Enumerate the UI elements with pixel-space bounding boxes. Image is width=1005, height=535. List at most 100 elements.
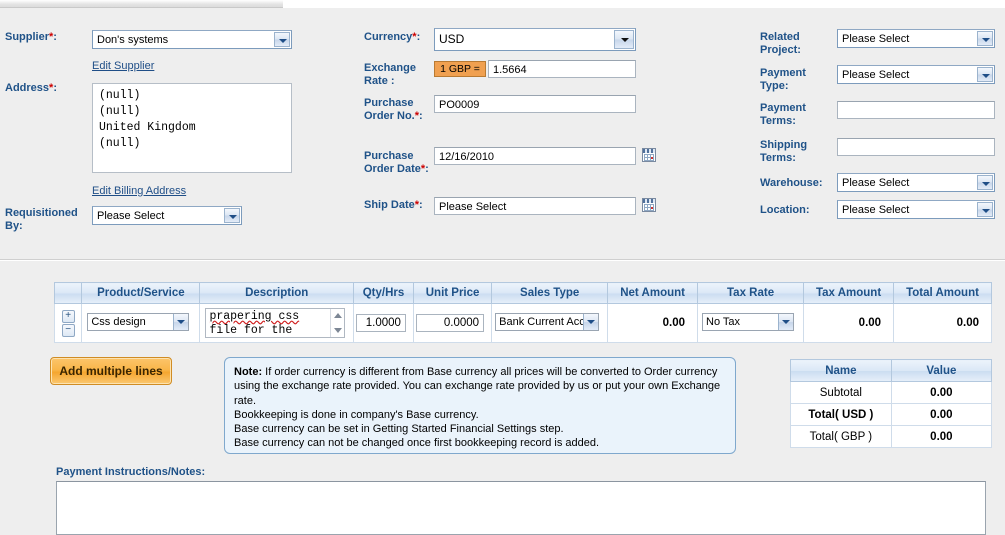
payment-terms-input[interactable] [837, 101, 995, 119]
totals-value-subtotal: 0.00 [890, 381, 993, 404]
location-select[interactable]: Please Select [837, 200, 995, 219]
related-project-label: Related Project: [760, 31, 801, 56]
calendar-icon[interactable] [642, 148, 656, 162]
col-unit-price: Unit Price [413, 282, 493, 304]
chevron-down-icon [614, 30, 634, 49]
chevron-down-icon [977, 31, 993, 46]
payment-instructions-textarea[interactable] [56, 481, 986, 535]
po-date-label: Purchase Order Date*: [364, 150, 429, 175]
qty-input[interactable]: 1.0000 [355, 314, 406, 332]
col-description: Description [199, 282, 354, 304]
warehouse-label: Warehouse: [760, 177, 823, 189]
note-paragraph-1: Note: If order currency is different fro… [234, 366, 721, 407]
po-number-label: Purchase Order No.*: [364, 97, 423, 122]
totals-value-total-usd: 0.00 [890, 403, 993, 426]
warehouse-select[interactable]: Please Select [837, 173, 995, 192]
totals-row-total-gbp: Total( GBP ) 0.00 [790, 425, 993, 448]
chevron-down-icon [274, 32, 290, 47]
row-actions-cell: + − [53, 303, 83, 343]
exchange-rate-label: Exchange Rate : [364, 62, 416, 87]
ship-date-label: Ship Date*: [364, 199, 423, 211]
product-service-select[interactable]: Css design [87, 312, 190, 331]
total-amount-value: 0.00 [893, 303, 992, 343]
related-project-select[interactable]: Please Select [837, 29, 995, 48]
scroll-down-icon[interactable] [334, 328, 343, 333]
col-total-amount: Total Amount [893, 282, 992, 304]
description-cell: prapering css file for the [199, 303, 354, 343]
shipping-terms-label: Shipping Terms: [760, 139, 808, 164]
requisitioned-by-select[interactable]: Please Select [92, 206, 242, 225]
description-line-1: prapering css [209, 310, 300, 323]
totals-col-name: Name [790, 359, 892, 382]
col-tax-rate: Tax Rate [697, 282, 805, 304]
line-items-header-row: Product/Service Description Qty/Hrs Unit… [53, 282, 992, 304]
net-amount-value: 0.00 [607, 303, 699, 343]
address-textarea[interactable]: (null) (null) United Kingdom (null) [92, 83, 292, 173]
chevron-down-icon [977, 202, 993, 217]
chevron-down-icon [977, 175, 993, 190]
edit-billing-address-link[interactable]: Edit Billing Address [92, 185, 186, 197]
totals-table: Name Value Subtotal 0.00 Total( USD ) 0.… [790, 359, 993, 448]
scroll-up-icon[interactable] [334, 313, 343, 318]
note-paragraph-4: Base currency can not be changed once fi… [234, 437, 600, 450]
table-row: + − Css design prapering css file for th… [53, 303, 992, 343]
requisitioned-by-label: Requisitioned By: [5, 207, 78, 232]
chevron-down-icon [977, 67, 993, 82]
shipping-terms-input[interactable] [837, 138, 995, 156]
unit-price-input[interactable]: 0.0000 [416, 314, 485, 332]
sales-type-select[interactable]: Bank Current Accou [495, 312, 600, 331]
po-date-input[interactable]: 12/16/2010 [434, 147, 636, 165]
supplier-label: Supplier*: [5, 31, 57, 43]
ship-date-input[interactable]: Please Select [434, 197, 636, 215]
product-service-cell: Css design [81, 303, 201, 343]
tax-rate-select[interactable]: No Tax [702, 312, 795, 331]
currency-note-box: Note: If order currency is different fro… [224, 357, 736, 454]
currency-label: Currency*: [364, 31, 421, 43]
line-items-table: Product/Service Description Qty/Hrs Unit… [53, 282, 992, 343]
description-textarea[interactable]: prapering css file for the [205, 308, 346, 338]
sales-type-cell: Bank Current Accou [491, 303, 609, 343]
exchange-rate-base-badge: 1 GBP = [434, 61, 486, 77]
totals-value-total-gbp: 0.00 [890, 425, 993, 448]
supplier-select[interactable]: Don's systems [92, 30, 292, 49]
description-line-2: file for the [209, 324, 293, 337]
edit-supplier-link[interactable]: Edit Supplier [92, 60, 154, 72]
col-product-service: Product/Service [81, 282, 201, 304]
totals-col-value: Value [890, 359, 993, 382]
chevron-down-icon [583, 313, 599, 330]
currency-select[interactable]: USD [434, 28, 636, 51]
address-label: Address*: [5, 82, 57, 94]
note-paragraph-2: Bookkeeping is done in company's Base cu… [234, 408, 479, 421]
note-bold-prefix: Note: [234, 366, 263, 378]
payment-type-label: Payment Type: [760, 67, 806, 92]
section-divider [0, 259, 1005, 261]
description-scrollbar[interactable] [330, 309, 345, 337]
col-tax-amount: Tax Amount [803, 282, 895, 304]
tab-bar-strip [0, 0, 283, 8]
totals-name-subtotal: Subtotal [790, 381, 892, 404]
tax-rate-cell: No Tax [697, 303, 805, 343]
unit-price-cell: 0.0000 [413, 303, 493, 343]
col-rowactions [53, 282, 83, 304]
totals-row-total-usd: Total( USD ) 0.00 [790, 403, 993, 426]
location-label: Location: [760, 204, 810, 216]
exchange-rate-input[interactable]: 1.5664 [488, 60, 636, 78]
payment-terms-label: Payment Terms: [760, 102, 806, 127]
totals-row-subtotal: Subtotal 0.00 [790, 381, 993, 404]
totals-header-row: Name Value [790, 359, 993, 382]
payment-type-select[interactable]: Please Select [837, 65, 995, 84]
remove-row-button[interactable]: − [61, 323, 75, 337]
totals-name-total-usd: Total( USD ) [790, 403, 892, 426]
chevron-down-icon [224, 208, 240, 223]
po-number-input[interactable]: PO0009 [434, 95, 636, 113]
qty-cell: 1.0000 [352, 303, 415, 343]
purchase-order-form-page: Supplier*: Don's systems Edit Supplier A… [0, 0, 1005, 535]
add-row-button[interactable]: + [61, 309, 75, 323]
col-net-amount: Net Amount [607, 282, 699, 304]
calendar-icon[interactable] [642, 198, 656, 212]
tax-amount-value: 0.00 [803, 303, 895, 343]
chevron-down-icon [778, 313, 794, 330]
chevron-down-icon [173, 313, 189, 330]
add-multiple-lines-button[interactable]: Add multiple lines [50, 357, 172, 385]
col-sales-type: Sales Type [491, 282, 609, 304]
